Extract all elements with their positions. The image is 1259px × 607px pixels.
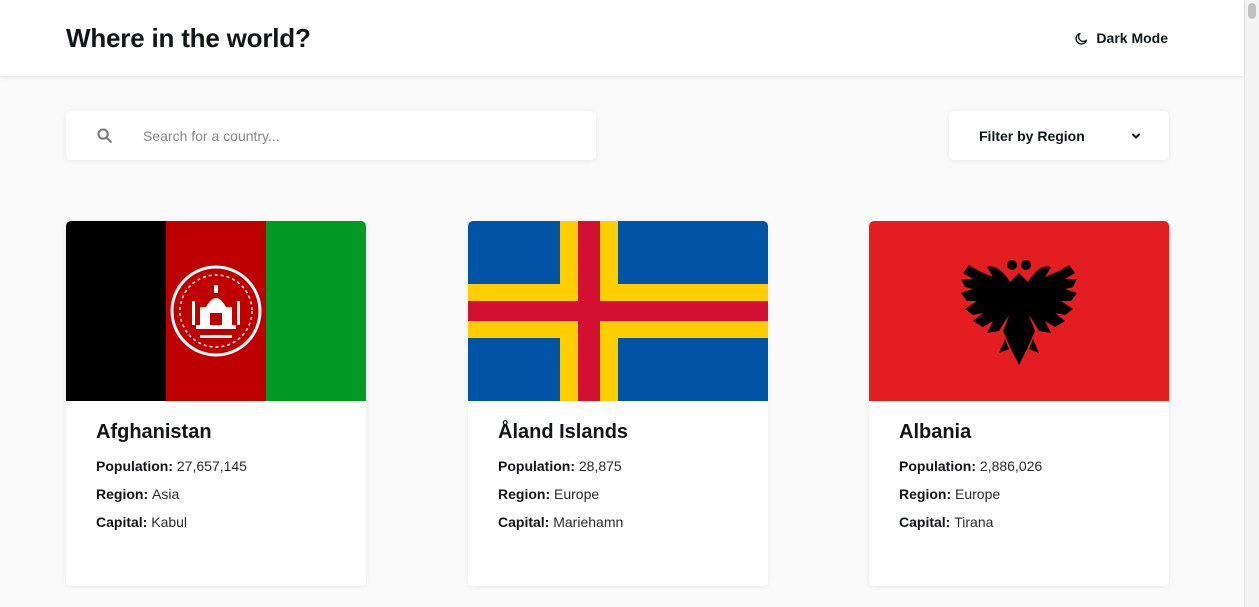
population-row: Population: 28,875	[498, 458, 738, 475]
region-label: Region:	[96, 486, 149, 502]
capital-label: Capital:	[96, 514, 148, 530]
card-body: Albania Population: 2,886,026 Region: Eu…	[869, 401, 1169, 531]
search-icon	[97, 128, 112, 143]
flag-afghanistan	[66, 221, 366, 401]
region-label: Region:	[899, 486, 952, 502]
region-label: Region:	[498, 486, 551, 502]
population-row: Population: 2,886,026	[899, 458, 1139, 475]
region-row: Region: Europe	[498, 486, 738, 503]
chevron-down-icon	[1132, 133, 1140, 138]
region-value: Europe	[955, 486, 1001, 502]
population-label: Population:	[498, 458, 575, 474]
app-header: Where in the world? Dark Mode	[0, 0, 1244, 76]
scrollbar-thumb[interactable]	[1248, 3, 1256, 19]
country-card-aland-islands[interactable]: Åland Islands Population: 28,875 Region:…	[468, 221, 768, 586]
country-card-albania[interactable]: Albania Population: 2,886,026 Region: Eu…	[869, 221, 1169, 586]
country-name: Albania	[899, 421, 972, 443]
dark-mode-toggle[interactable]: Dark Mode	[1074, 30, 1168, 46]
page-title: Where in the world?	[66, 22, 311, 53]
country-name: Åland Islands	[498, 421, 629, 443]
page: Where in the world? Dark Mode Filter by …	[0, 0, 1259, 607]
capital-label: Capital:	[899, 514, 951, 530]
moon-icon	[1075, 32, 1088, 45]
population-label: Population:	[96, 458, 173, 474]
dark-mode-label: Dark Mode	[1096, 30, 1168, 46]
region-value: Asia	[152, 486, 180, 502]
flag-aland-islands	[468, 221, 768, 401]
search-input[interactable]	[143, 127, 583, 144]
population-label: Population:	[899, 458, 976, 474]
card-body: Åland Islands Population: 28,875 Region:…	[468, 401, 768, 531]
region-row: Region: Asia	[96, 486, 336, 503]
capital-row: Capital: Mariehamn	[498, 514, 738, 531]
capital-row: Capital: Kabul	[96, 514, 336, 531]
capital-row: Capital: Tirana	[899, 514, 1139, 531]
region-value: Europe	[554, 486, 600, 502]
region-filter-label: Filter by Region	[979, 127, 1085, 144]
search-bar	[66, 111, 596, 160]
population-value: 28,875	[578, 458, 622, 474]
region-row: Region: Europe	[899, 486, 1139, 503]
capital-label: Capital:	[498, 514, 550, 530]
region-filter-dropdown[interactable]: Filter by Region	[949, 111, 1169, 160]
vertical-scrollbar[interactable]	[1244, 0, 1259, 607]
capital-value: Tirana	[954, 514, 994, 530]
country-name: Afghanistan	[96, 421, 212, 443]
population-value: 27,657,145	[176, 458, 247, 474]
card-body: Afghanistan Population: 27,657,145 Regio…	[66, 401, 366, 531]
population-value: 2,886,026	[979, 458, 1043, 474]
population-row: Population: 27,657,145	[96, 458, 336, 475]
capital-value: Mariehamn	[553, 514, 624, 530]
flag-albania	[869, 221, 1169, 401]
country-card-afghanistan[interactable]: Afghanistan Population: 27,657,145 Regio…	[66, 221, 366, 586]
capital-value: Kabul	[151, 514, 188, 530]
